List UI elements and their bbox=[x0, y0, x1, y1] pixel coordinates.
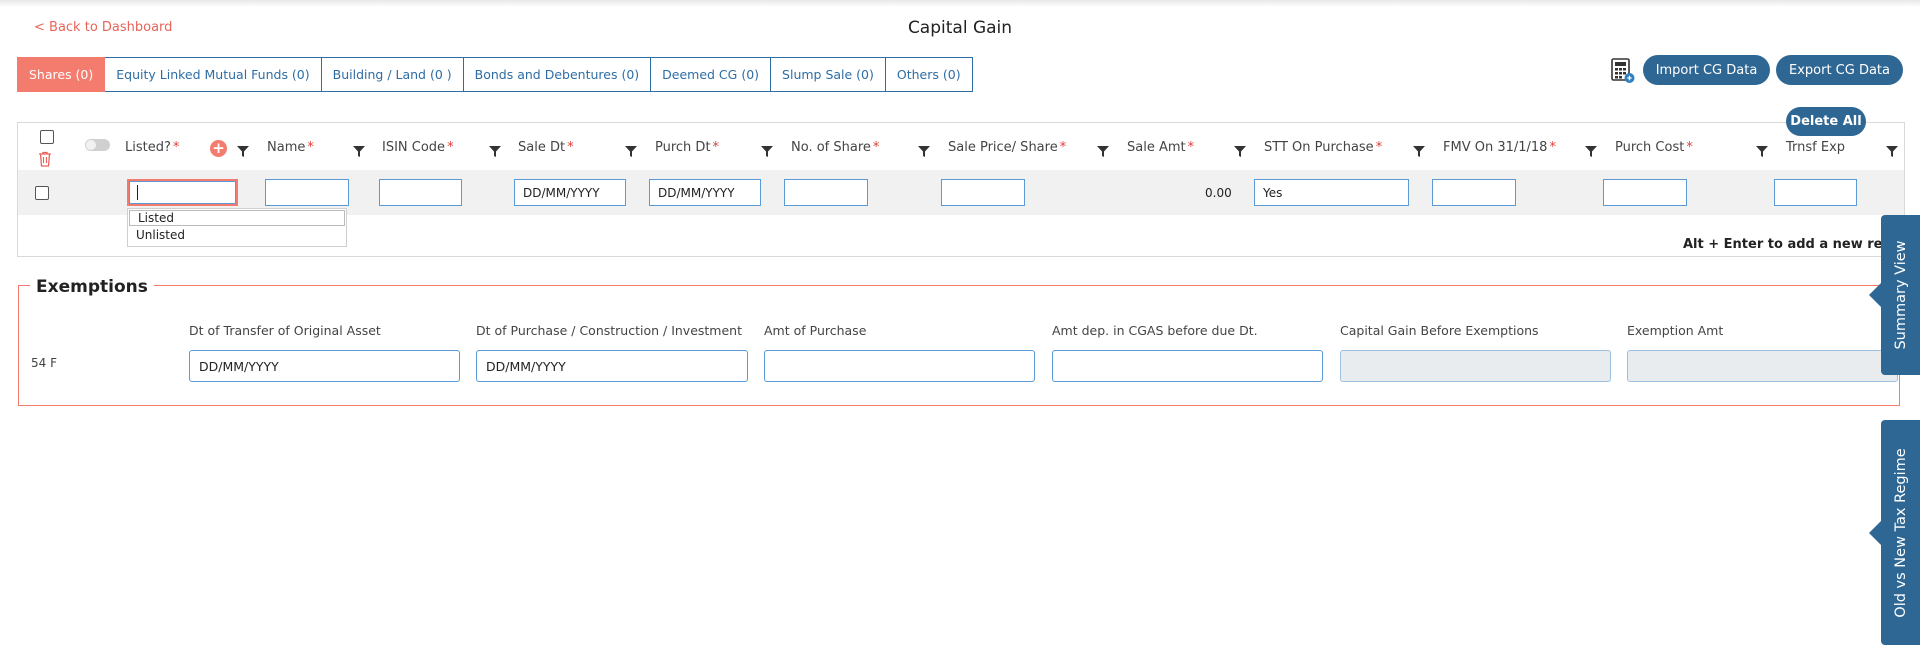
asset-tabs: Shares (0) Equity Linked Mutual Funds (0… bbox=[17, 57, 973, 92]
tax-regime-tab[interactable]: Old vs New Tax Regime bbox=[1869, 420, 1920, 645]
filter-icon[interactable] bbox=[353, 146, 365, 158]
import-cg-data-button[interactable]: Import CG Data bbox=[1643, 55, 1770, 85]
summary-view-label: Summary View bbox=[1892, 240, 1909, 350]
filter-icon[interactable] bbox=[1234, 146, 1246, 158]
tab-shares[interactable]: Shares (0) bbox=[17, 57, 106, 92]
label-dt-purchase: Dt of Purchase / Construction / Investme… bbox=[476, 323, 742, 338]
filter-icon[interactable] bbox=[1585, 146, 1597, 158]
exemption-amt-input bbox=[1627, 350, 1898, 382]
sale-date-input[interactable]: DD/MM/YYYY bbox=[514, 179, 626, 206]
filter-icon[interactable] bbox=[625, 146, 637, 158]
name-input[interactable] bbox=[265, 179, 349, 206]
exemptions-panel bbox=[18, 285, 1900, 406]
tab-building-land[interactable]: Building / Land (0 ) bbox=[321, 57, 464, 92]
page-title: Capital Gain bbox=[907, 18, 1013, 38]
delete-all-button[interactable]: Delete All bbox=[1786, 107, 1866, 136]
tab-slump-sale[interactable]: Slump Sale (0) bbox=[771, 57, 886, 92]
section-54f-label: 54 F bbox=[31, 356, 57, 370]
col-header-sale-amt: Sale Amt * bbox=[1127, 140, 1195, 155]
col-header-fmv: FMV On 31/1/18 * bbox=[1443, 140, 1556, 155]
sale-price-input[interactable] bbox=[941, 179, 1025, 206]
col-header-trnsf-exp: Trnsf Exp bbox=[1786, 140, 1846, 155]
label-dt-transfer: Dt of Transfer of Original Asset bbox=[189, 323, 381, 338]
tab-bonds-debentures[interactable]: Bonds and Debentures (0) bbox=[463, 57, 652, 92]
sale-amt-value: 0.00 bbox=[1205, 186, 1232, 200]
filter-icon[interactable] bbox=[761, 146, 773, 158]
no-of-share-input[interactable] bbox=[784, 179, 868, 206]
col-header-stt: STT On Purchase * bbox=[1264, 140, 1383, 155]
filter-icon[interactable] bbox=[918, 146, 930, 158]
stt-on-purchase-select[interactable]: Yes bbox=[1254, 179, 1409, 206]
label-amt-cgas: Amt dep. in CGAS before due Dt. bbox=[1052, 323, 1258, 338]
tab-equity-mutual-funds[interactable]: Equity Linked Mutual Funds (0) bbox=[105, 57, 322, 92]
listed-option-listed[interactable]: Listed bbox=[129, 210, 345, 226]
col-header-sale-price: Sale Price/ Share * bbox=[948, 140, 1067, 155]
col-header-listed: Listed? * bbox=[125, 140, 180, 155]
row-checkbox[interactable] bbox=[35, 186, 49, 200]
label-cg-before-exemptions: Capital Gain Before Exemptions bbox=[1340, 323, 1539, 338]
filter-icon[interactable] bbox=[1886, 146, 1898, 158]
transfer-exp-input[interactable] bbox=[1774, 179, 1857, 206]
col-header-no-of-share: No. of Share * bbox=[791, 140, 880, 155]
col-header-purch-dt: Purch Dt * bbox=[655, 140, 720, 155]
col-header-name: Name * bbox=[267, 140, 314, 155]
isin-input[interactable] bbox=[379, 179, 462, 206]
amt-cgas-input[interactable] bbox=[1052, 350, 1323, 382]
tax-regime-label: Old vs New Tax Regime bbox=[1892, 447, 1909, 618]
tab-deemed-cg[interactable]: Deemed CG (0) bbox=[651, 57, 772, 92]
filter-icon[interactable] bbox=[1413, 146, 1425, 158]
calculator-icon[interactable] bbox=[1611, 58, 1635, 84]
purchase-date-input[interactable]: DD/MM/YYYY bbox=[649, 179, 761, 206]
listed-dropdown: Listed Unlisted bbox=[127, 208, 347, 247]
export-cg-data-button[interactable]: Export CG Data bbox=[1776, 55, 1903, 85]
listed-option-unlisted[interactable]: Unlisted bbox=[128, 227, 346, 245]
filter-icon[interactable] bbox=[489, 146, 501, 158]
label-exemption-amt: Exemption Amt bbox=[1627, 323, 1724, 338]
filter-icon[interactable] bbox=[1756, 146, 1768, 158]
col-header-purch-cost: Purch Cost * bbox=[1615, 140, 1693, 155]
filter-icon[interactable] bbox=[237, 146, 249, 158]
filter-icon[interactable] bbox=[1097, 146, 1109, 158]
listed-input[interactable] bbox=[127, 179, 238, 206]
tab-others[interactable]: Others (0) bbox=[885, 57, 973, 92]
purchase-cost-input[interactable] bbox=[1603, 179, 1687, 206]
label-amt-purchase: Amt of Purchase bbox=[764, 323, 867, 338]
dt-transfer-input[interactable]: DD/MM/YYYY bbox=[189, 350, 460, 382]
exemptions-title: Exemptions bbox=[30, 277, 154, 297]
top-shadow bbox=[0, 0, 1920, 7]
grid-header: Listed? * Name * ISIN Code * Sale Dt * Purch… bbox=[17, 128, 1905, 168]
fmv-input[interactable] bbox=[1432, 179, 1516, 206]
summary-view-tab[interactable]: Summary View bbox=[1869, 215, 1920, 375]
cg-before-exemptions-input bbox=[1340, 350, 1611, 382]
dt-purchase-input[interactable]: DD/MM/YYYY bbox=[476, 350, 748, 382]
col-header-isin: ISIN Code * bbox=[382, 140, 454, 155]
col-header-sale-dt: Sale Dt * bbox=[518, 140, 574, 155]
amt-purchase-input[interactable] bbox=[764, 350, 1035, 382]
